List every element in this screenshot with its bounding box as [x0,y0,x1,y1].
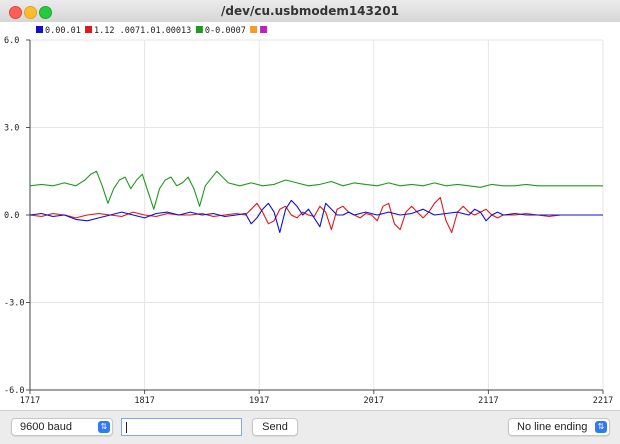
legend-swatch-0 [36,26,43,33]
serial-plotter-window: /dev/cu.usbmodem143201 0.00.01 1.12 .0071… [0,0,620,444]
baud-rate-select[interactable]: 9600 baud ⇅ [11,418,113,436]
y-tick-label: 3.0 [4,124,19,134]
x-tick-label: 1917 [249,396,269,406]
send-message-input[interactable] [121,418,242,436]
plot-area: 0.00.01 1.12 .0071.01.00013 0-0.0007 6.0 3.0… [0,22,620,410]
legend-swatch-2 [195,26,203,33]
y-tick-label: -3.0 [4,299,24,309]
baud-rate-value: 9600 baud [20,421,72,433]
x-tick-label: 2017 [364,396,384,406]
line-ending-select[interactable]: No line ending ⇅ [508,418,610,436]
window-title: /dev/cu.usbmodem143201 [221,4,399,18]
x-tick-label: 1717 [20,396,40,406]
text-caret [126,422,127,433]
x-tick-label: 1817 [134,396,154,406]
legend-label-2: 0-0.0007 [205,26,246,36]
x-tick-label: 2117 [478,396,498,406]
title-bar: /dev/cu.usbmodem143201 [0,0,620,23]
serial-plot-chart: 0.00.01 1.12 .0071.01.00013 0-0.0007 6.0 3.0… [4,26,613,406]
bottom-toolbar: 9600 baud ⇅ Send No line ending ⇅ [0,410,620,444]
y-tick-label: 6.0 [4,36,19,46]
series-line-0 [29,170,603,210]
x-tick-label: 2217 [593,396,613,406]
send-button[interactable]: Send [252,418,298,436]
legend-swatch-1 [85,26,93,33]
legend-swatch-3 [250,26,258,33]
legend-label-0: 0.00.01 [45,26,81,36]
legend-swatch-4 [260,26,268,33]
line-ending-value: No line ending [517,421,588,433]
series-line-2 [29,199,603,234]
y-tick-label: -6.0 [4,386,24,396]
legend-label-1: 1.12 .0071.01.00013 [94,26,191,36]
chevron-updown-icon: ⇅ [98,421,110,433]
y-tick-label: 0.0 [4,211,19,221]
chevron-updown-icon: ⇅ [595,421,607,433]
